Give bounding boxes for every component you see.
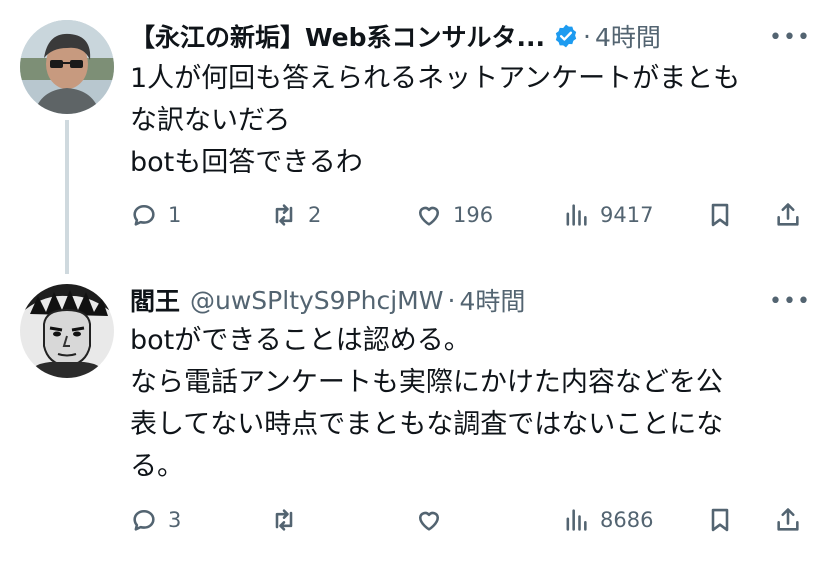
- verified-badge-icon: [553, 23, 579, 49]
- tweet-1[interactable]: 【永江の新垢】Web系コンサルタ... · 4時間 ••• 1人が何回も答えられ…: [0, 0, 828, 274]
- reply-count: 3: [168, 508, 182, 532]
- like-button[interactable]: 196: [415, 195, 493, 235]
- more-icon[interactable]: •••: [769, 22, 810, 52]
- thread-connector-line: [65, 120, 69, 274]
- retweet-button[interactable]: 2: [270, 195, 321, 235]
- tweet-text-line: 1人が何回も答えられるネットアンケートがまとも: [130, 63, 741, 94]
- views-icon: [566, 204, 587, 226]
- bookmark-button[interactable]: [706, 195, 734, 235]
- reply-count: 1: [168, 203, 182, 227]
- share-button[interactable]: [774, 195, 802, 235]
- tweet-text: botができることは認める。 なら電話アンケートも実際にかけた内容などを公 表し…: [130, 320, 810, 488]
- avatar-user-1[interactable]: [20, 20, 114, 114]
- views-count: 8686: [600, 508, 654, 532]
- tweet-text-line: なら電話アンケートも実際にかけた内容などを公: [130, 367, 723, 398]
- retweet-button[interactable]: [270, 500, 308, 540]
- user-handle[interactable]: @uwSPltyS9PhcjMW: [190, 286, 443, 315]
- views-button[interactable]: 9417: [562, 195, 653, 235]
- tweet-header: 閻王 @uwSPltyS9PhcjMW · 4時間: [130, 280, 525, 320]
- retweet-icon: [275, 204, 293, 226]
- action-bar: 1 2 196 9417: [130, 195, 810, 235]
- separator-dot: ·: [447, 285, 456, 315]
- views-count: 9417: [600, 203, 654, 227]
- tweet-text: 1人が何回も答えられるネットアンケートがまとも な訳ないだろ botも回答できる…: [130, 58, 810, 184]
- timestamp[interactable]: 4時間: [459, 282, 525, 318]
- tweet-text-line: な訳ないだろ: [130, 105, 291, 136]
- like-count: 196: [453, 203, 494, 227]
- share-icon: [777, 203, 799, 226]
- reply-icon: [133, 509, 155, 531]
- separator-dot: ·: [583, 21, 591, 51]
- tweet-text-line: 表してない時点でまともな調査ではないことにな: [130, 409, 724, 440]
- reply-button[interactable]: 1: [130, 195, 181, 235]
- views-icon: [566, 509, 587, 531]
- tweet-header: 【永江の新垢】Web系コンサルタ... · 4時間: [130, 16, 661, 56]
- reply-icon: [133, 204, 155, 226]
- tweet-text-line: botも回答できるわ: [130, 147, 363, 178]
- action-bar: 3 8686: [130, 500, 810, 540]
- retweet-count: 2: [308, 203, 322, 227]
- bookmark-icon: [711, 508, 729, 532]
- more-icon[interactable]: •••: [769, 286, 810, 316]
- avatar-user-2[interactable]: [20, 284, 114, 378]
- like-icon: [418, 511, 440, 531]
- bookmark-button[interactable]: [706, 500, 734, 540]
- views-button[interactable]: 8686: [562, 500, 653, 540]
- retweet-icon: [275, 509, 293, 531]
- timestamp[interactable]: 4時間: [595, 18, 661, 54]
- display-name[interactable]: 【永江の新垢】Web系コンサルタ...: [130, 18, 545, 54]
- display-name[interactable]: 閻王: [130, 282, 180, 318]
- like-icon: [418, 206, 440, 226]
- share-icon: [777, 508, 799, 531]
- tweet-text-line: る。: [130, 451, 184, 482]
- tweet-text-line: botができることは認める。: [130, 325, 471, 356]
- like-button[interactable]: [415, 500, 453, 540]
- bookmark-icon: [711, 203, 729, 227]
- reply-button[interactable]: 3: [130, 500, 181, 540]
- share-button[interactable]: [774, 500, 802, 540]
- tweet-2[interactable]: 閻王 @uwSPltyS9PhcjMW · 4時間 ••• botができることは…: [0, 270, 828, 562]
